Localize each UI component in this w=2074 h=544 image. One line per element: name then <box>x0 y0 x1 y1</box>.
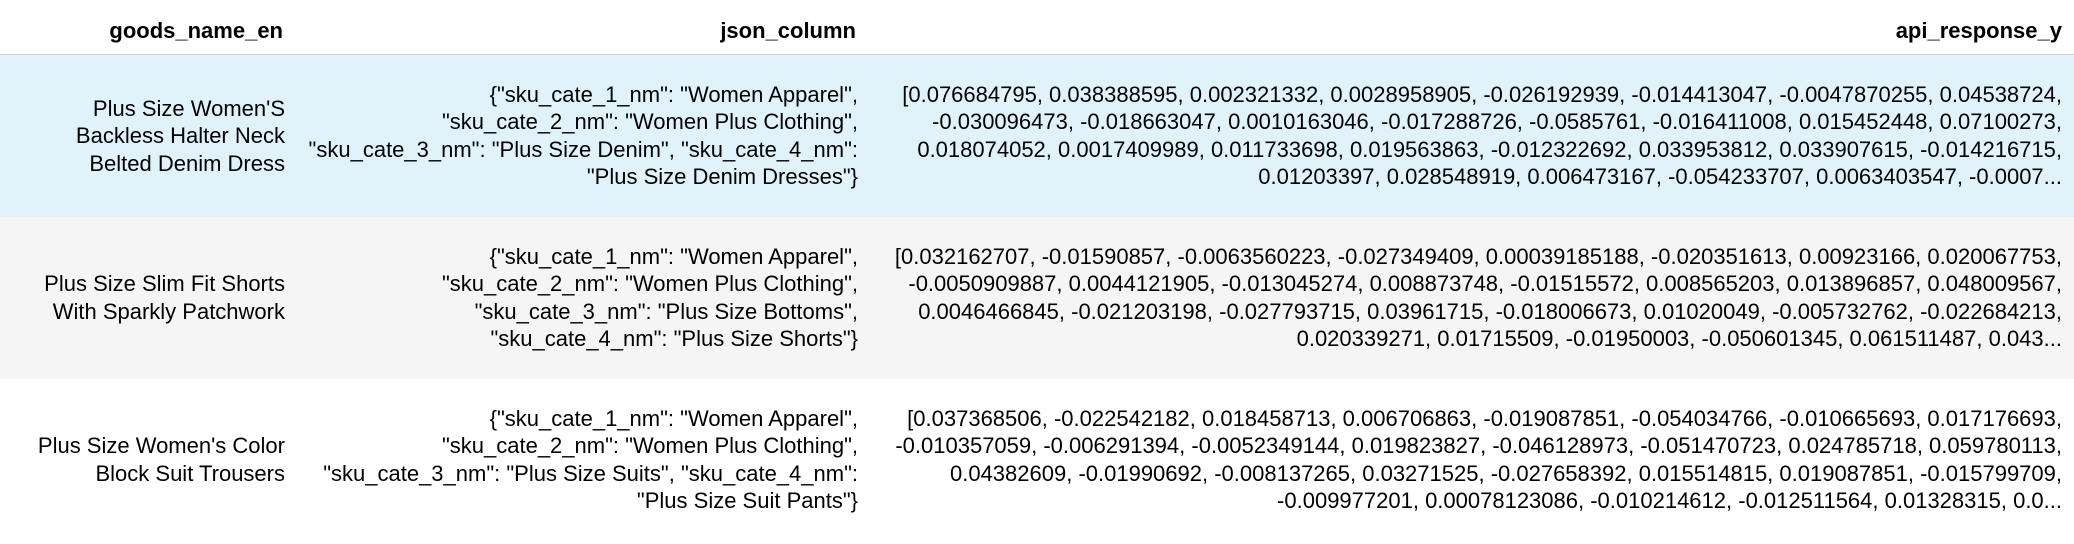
table-row[interactable]: Plus Size Slim Fit Shorts With Sparkly P… <box>0 216 2074 379</box>
cell-api-response-y: [0.037368506, -0.022542182, 0.018458713,… <box>868 379 2074 541</box>
cell-goods-name-en: Plus Size Women'S Backless Halter Neck B… <box>0 55 295 217</box>
header-row: goods_name_en json_column api_response_y <box>0 0 2074 55</box>
cell-text: {"sku_cate_1_nm": "Women Apparel", "sku_… <box>308 81 858 190</box>
dataframe-table: goods_name_en json_column api_response_y… <box>0 0 2074 541</box>
cell-api-response-y: [0.076684795, 0.038388595, 0.002321332, … <box>868 55 2074 217</box>
column-header-json-column[interactable]: json_column <box>295 0 868 55</box>
column-header-api-response-y[interactable]: api_response_y <box>868 0 2074 55</box>
column-header-goods-name-en[interactable]: goods_name_en <box>0 0 295 55</box>
table-row[interactable]: Plus Size Women's Color Block Suit Trous… <box>0 378 2074 541</box>
cell-json-column: {"sku_cate_1_nm": "Women Apparel", "sku_… <box>295 379 868 541</box>
cell-text: Plus Size Women'S Backless Halter Neck B… <box>75 95 285 176</box>
cell-json-column: {"sku_cate_1_nm": "Women Apparel", "sku_… <box>295 55 868 217</box>
cell-text: Plus Size Slim Fit Shorts With Sparkly P… <box>44 271 285 324</box>
cell-text: [0.032162707, -0.01590857, -0.0063560223… <box>894 243 2062 352</box>
cell-text: {"sku_cate_1_nm": "Women Apparel", "sku_… <box>441 243 858 352</box>
cell-text: Plus Size Women's Color Block Suit Trous… <box>37 433 285 486</box>
cell-goods-name-en: Plus Size Women's Color Block Suit Trous… <box>0 379 295 541</box>
cell-text: [0.037368506, -0.022542182, 0.018458713,… <box>895 405 2062 514</box>
cell-api-response-y: [0.032162707, -0.01590857, -0.0063560223… <box>868 217 2074 379</box>
table-row[interactable]: Plus Size Women'S Backless Halter Neck B… <box>0 54 2074 217</box>
cell-text: {"sku_cate_1_nm": "Women Apparel", "sku_… <box>323 405 858 514</box>
cell-goods-name-en: Plus Size Slim Fit Shorts With Sparkly P… <box>0 217 295 379</box>
cell-text: [0.076684795, 0.038388595, 0.002321332, … <box>902 81 2062 190</box>
cell-json-column: {"sku_cate_1_nm": "Women Apparel", "sku_… <box>295 217 868 379</box>
